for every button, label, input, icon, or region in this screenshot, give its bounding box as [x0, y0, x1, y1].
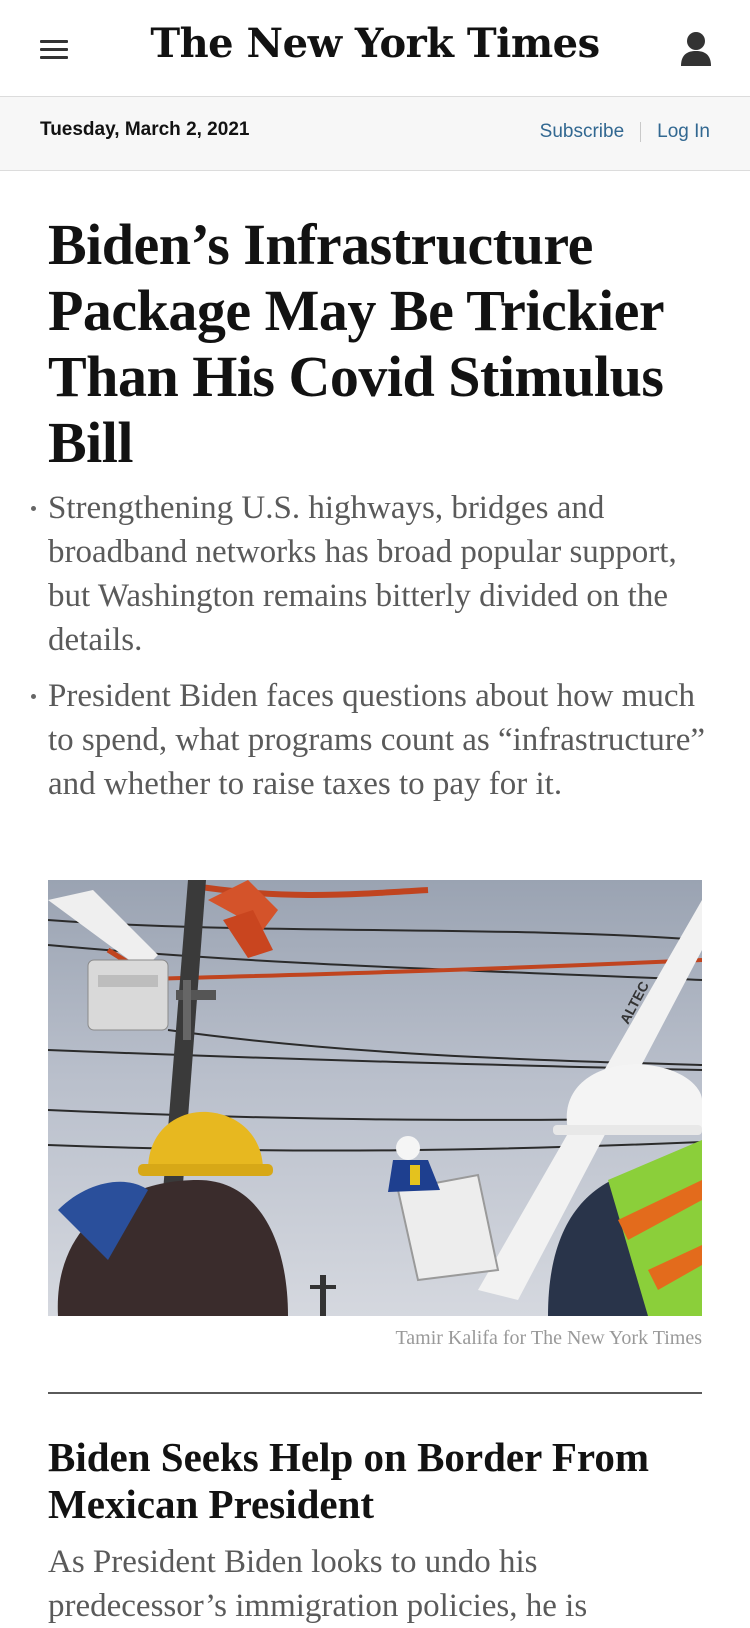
- date-bar: Tuesday, March 2, 2021 Subscribe Log In: [0, 97, 750, 171]
- lead-story-bullet-text: Strengthening U.S. highways, bridges and…: [48, 490, 677, 658]
- user-icon[interactable]: [678, 30, 714, 68]
- account-links: Subscribe Log In: [540, 121, 710, 143]
- lead-story-bullet: President Biden faces questions about ho…: [0, 674, 708, 806]
- lead-story-headline[interactable]: Biden’s Infrastructure Package May Be Tr…: [48, 212, 728, 476]
- photo-credit: Tamir Kalifa for The New York Times: [395, 1327, 702, 1349]
- section-divider: [48, 1392, 702, 1394]
- bullet-dot: [31, 694, 36, 699]
- lead-story-bullet: Strengthening U.S. highways, bridges and…: [0, 486, 708, 662]
- lead-story-summary-list: Strengthening U.S. highways, bridges and…: [0, 486, 750, 818]
- second-story-summary: As President Biden looks to undo his pre…: [48, 1544, 588, 1624]
- link-divider: [640, 122, 642, 142]
- nyt-logo[interactable]: The New York Times: [0, 20, 750, 67]
- subscribe-link[interactable]: Subscribe: [540, 121, 625, 143]
- bullet-dot: [31, 506, 36, 511]
- top-navigation-bar: The New York Times: [0, 0, 750, 97]
- edition-date: Tuesday, March 2, 2021: [40, 119, 250, 140]
- login-link[interactable]: Log In: [657, 121, 710, 143]
- second-story-headline[interactable]: Biden Seeks Help on Border From Mexican …: [48, 1434, 708, 1528]
- lead-story-bullet-text: President Biden faces questions about ho…: [48, 678, 706, 802]
- lead-story-photo[interactable]: ALTEC: [48, 880, 702, 1316]
